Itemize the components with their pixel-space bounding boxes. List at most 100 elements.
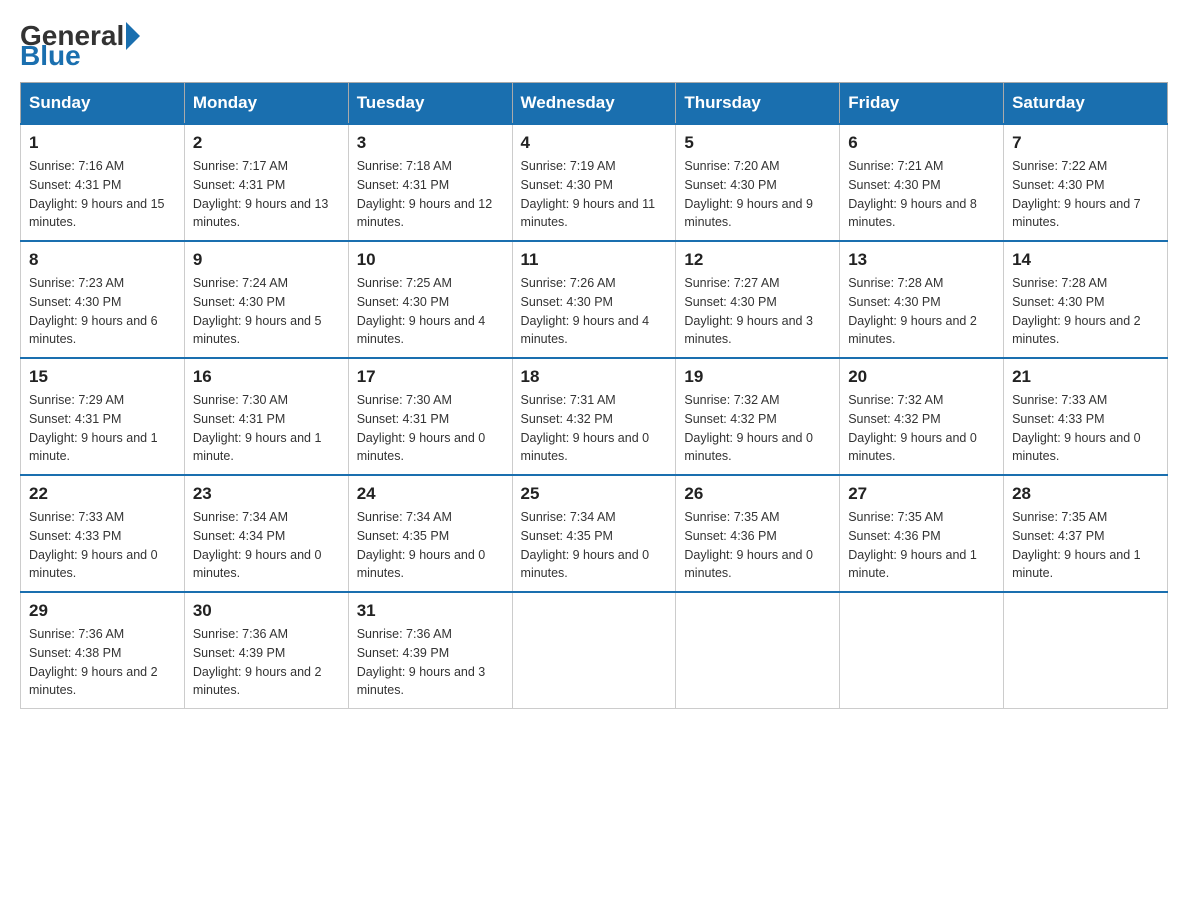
day-info: Sunrise: 7:28 AMSunset: 4:30 PMDaylight:… — [1012, 274, 1159, 349]
calendar-week-row-1: 1 Sunrise: 7:16 AMSunset: 4:31 PMDaylight… — [21, 124, 1168, 241]
day-number: 11 — [521, 250, 668, 270]
calendar-cell — [676, 592, 840, 709]
day-number: 16 — [193, 367, 340, 387]
day-info: Sunrise: 7:36 AMSunset: 4:39 PMDaylight:… — [357, 625, 504, 700]
day-info: Sunrise: 7:35 AMSunset: 4:37 PMDaylight:… — [1012, 508, 1159, 583]
day-number: 2 — [193, 133, 340, 153]
logo-blue-text: Blue — [20, 40, 81, 71]
day-info: Sunrise: 7:32 AMSunset: 4:32 PMDaylight:… — [684, 391, 831, 466]
calendar-cell: 30 Sunrise: 7:36 AMSunset: 4:39 PMDayligh… — [184, 592, 348, 709]
calendar-cell: 13 Sunrise: 7:28 AMSunset: 4:30 PMDayligh… — [840, 241, 1004, 358]
calendar-cell — [840, 592, 1004, 709]
day-info: Sunrise: 7:19 AMSunset: 4:30 PMDaylight:… — [521, 157, 668, 232]
calendar-cell: 4 Sunrise: 7:19 AMSunset: 4:30 PMDaylight… — [512, 124, 676, 241]
day-number: 4 — [521, 133, 668, 153]
day-info: Sunrise: 7:25 AMSunset: 4:30 PMDaylight:… — [357, 274, 504, 349]
day-info: Sunrise: 7:24 AMSunset: 4:30 PMDaylight:… — [193, 274, 340, 349]
calendar-cell: 1 Sunrise: 7:16 AMSunset: 4:31 PMDaylight… — [21, 124, 185, 241]
day-number: 29 — [29, 601, 176, 621]
calendar-header-wednesday: Wednesday — [512, 83, 676, 125]
logo: General Blue — [20, 20, 142, 72]
day-info: Sunrise: 7:18 AMSunset: 4:31 PMDaylight:… — [357, 157, 504, 232]
calendar-cell: 10 Sunrise: 7:25 AMSunset: 4:30 PMDayligh… — [348, 241, 512, 358]
calendar-table: SundayMondayTuesdayWednesdayThursdayFrid… — [20, 82, 1168, 709]
day-info: Sunrise: 7:34 AMSunset: 4:34 PMDaylight:… — [193, 508, 340, 583]
calendar-cell: 7 Sunrise: 7:22 AMSunset: 4:30 PMDaylight… — [1004, 124, 1168, 241]
day-number: 8 — [29, 250, 176, 270]
calendar-cell: 28 Sunrise: 7:35 AMSunset: 4:37 PMDayligh… — [1004, 475, 1168, 592]
day-info: Sunrise: 7:30 AMSunset: 4:31 PMDaylight:… — [357, 391, 504, 466]
calendar-cell: 23 Sunrise: 7:34 AMSunset: 4:34 PMDayligh… — [184, 475, 348, 592]
day-number: 31 — [357, 601, 504, 621]
day-info: Sunrise: 7:35 AMSunset: 4:36 PMDaylight:… — [848, 508, 995, 583]
calendar-cell: 9 Sunrise: 7:24 AMSunset: 4:30 PMDaylight… — [184, 241, 348, 358]
day-info: Sunrise: 7:26 AMSunset: 4:30 PMDaylight:… — [521, 274, 668, 349]
day-number: 30 — [193, 601, 340, 621]
day-info: Sunrise: 7:20 AMSunset: 4:30 PMDaylight:… — [684, 157, 831, 232]
day-number: 25 — [521, 484, 668, 504]
day-number: 9 — [193, 250, 340, 270]
day-info: Sunrise: 7:28 AMSunset: 4:30 PMDaylight:… — [848, 274, 995, 349]
day-info: Sunrise: 7:16 AMSunset: 4:31 PMDaylight:… — [29, 157, 176, 232]
calendar-cell: 5 Sunrise: 7:20 AMSunset: 4:30 PMDaylight… — [676, 124, 840, 241]
calendar-cell: 18Sunrise: 7:31 AMSunset: 4:32 PMDayligh… — [512, 358, 676, 475]
calendar-cell: 12Sunrise: 7:27 AMSunset: 4:30 PMDayligh… — [676, 241, 840, 358]
calendar-cell: 2 Sunrise: 7:17 AMSunset: 4:31 PMDaylight… — [184, 124, 348, 241]
calendar-cell — [1004, 592, 1168, 709]
calendar-cell: 24 Sunrise: 7:34 AMSunset: 4:35 PMDayligh… — [348, 475, 512, 592]
logo-arrow-icon — [126, 22, 140, 50]
calendar-cell: 25 Sunrise: 7:34 AMSunset: 4:35 PMDayligh… — [512, 475, 676, 592]
day-number: 15 — [29, 367, 176, 387]
day-number: 7 — [1012, 133, 1159, 153]
calendar-header-saturday: Saturday — [1004, 83, 1168, 125]
day-info: Sunrise: 7:34 AMSunset: 4:35 PMDaylight:… — [357, 508, 504, 583]
calendar-week-row-2: 8Sunrise: 7:23 AMSunset: 4:30 PMDaylight… — [21, 241, 1168, 358]
day-info: Sunrise: 7:33 AMSunset: 4:33 PMDaylight:… — [29, 508, 176, 583]
day-info: Sunrise: 7:36 AMSunset: 4:38 PMDaylight:… — [29, 625, 176, 700]
calendar-cell: 6 Sunrise: 7:21 AMSunset: 4:30 PMDaylight… — [840, 124, 1004, 241]
day-info: Sunrise: 7:21 AMSunset: 4:30 PMDaylight:… — [848, 157, 995, 232]
day-number: 27 — [848, 484, 995, 504]
calendar-week-row-4: 22 Sunrise: 7:33 AMSunset: 4:33 PMDayligh… — [21, 475, 1168, 592]
calendar-cell: 22 Sunrise: 7:33 AMSunset: 4:33 PMDayligh… — [21, 475, 185, 592]
day-number: 5 — [684, 133, 831, 153]
calendar-cell: 20Sunrise: 7:32 AMSunset: 4:32 PMDayligh… — [840, 358, 1004, 475]
day-info: Sunrise: 7:36 AMSunset: 4:39 PMDaylight:… — [193, 625, 340, 700]
calendar-cell: 11 Sunrise: 7:26 AMSunset: 4:30 PMDayligh… — [512, 241, 676, 358]
page-header: General Blue — [20, 20, 1168, 72]
calendar-header-thursday: Thursday — [676, 83, 840, 125]
day-number: 19 — [684, 367, 831, 387]
day-number: 22 — [29, 484, 176, 504]
day-info: Sunrise: 7:34 AMSunset: 4:35 PMDaylight:… — [521, 508, 668, 583]
calendar-cell: 17 Sunrise: 7:30 AMSunset: 4:31 PMDayligh… — [348, 358, 512, 475]
calendar-cell: 14 Sunrise: 7:28 AMSunset: 4:30 PMDayligh… — [1004, 241, 1168, 358]
day-number: 24 — [357, 484, 504, 504]
day-number: 12 — [684, 250, 831, 270]
day-number: 13 — [848, 250, 995, 270]
calendar-week-row-5: 29 Sunrise: 7:36 AMSunset: 4:38 PMDayligh… — [21, 592, 1168, 709]
day-number: 17 — [357, 367, 504, 387]
day-number: 23 — [193, 484, 340, 504]
day-number: 6 — [848, 133, 995, 153]
calendar-header-row: SundayMondayTuesdayWednesdayThursdayFrid… — [21, 83, 1168, 125]
day-number: 3 — [357, 133, 504, 153]
day-info: Sunrise: 7:35 AMSunset: 4:36 PMDaylight:… — [684, 508, 831, 583]
calendar-header-friday: Friday — [840, 83, 1004, 125]
day-number: 20 — [848, 367, 995, 387]
calendar-cell: 19 Sunrise: 7:32 AMSunset: 4:32 PMDayligh… — [676, 358, 840, 475]
calendar-header-monday: Monday — [184, 83, 348, 125]
day-info: Sunrise: 7:22 AMSunset: 4:30 PMDaylight:… — [1012, 157, 1159, 232]
day-info: Sunrise: 7:29 AMSunset: 4:31 PMDaylight:… — [29, 391, 176, 466]
day-number: 18 — [521, 367, 668, 387]
day-number: 1 — [29, 133, 176, 153]
calendar-cell — [512, 592, 676, 709]
calendar-header-tuesday: Tuesday — [348, 83, 512, 125]
calendar-week-row-3: 15 Sunrise: 7:29 AMSunset: 4:31 PMDayligh… — [21, 358, 1168, 475]
day-number: 28 — [1012, 484, 1159, 504]
day-number: 26 — [684, 484, 831, 504]
calendar-cell: 29 Sunrise: 7:36 AMSunset: 4:38 PMDayligh… — [21, 592, 185, 709]
day-number: 21 — [1012, 367, 1159, 387]
day-number: 10 — [357, 250, 504, 270]
day-number: 14 — [1012, 250, 1159, 270]
day-info: Sunrise: 7:17 AMSunset: 4:31 PMDaylight:… — [193, 157, 340, 232]
